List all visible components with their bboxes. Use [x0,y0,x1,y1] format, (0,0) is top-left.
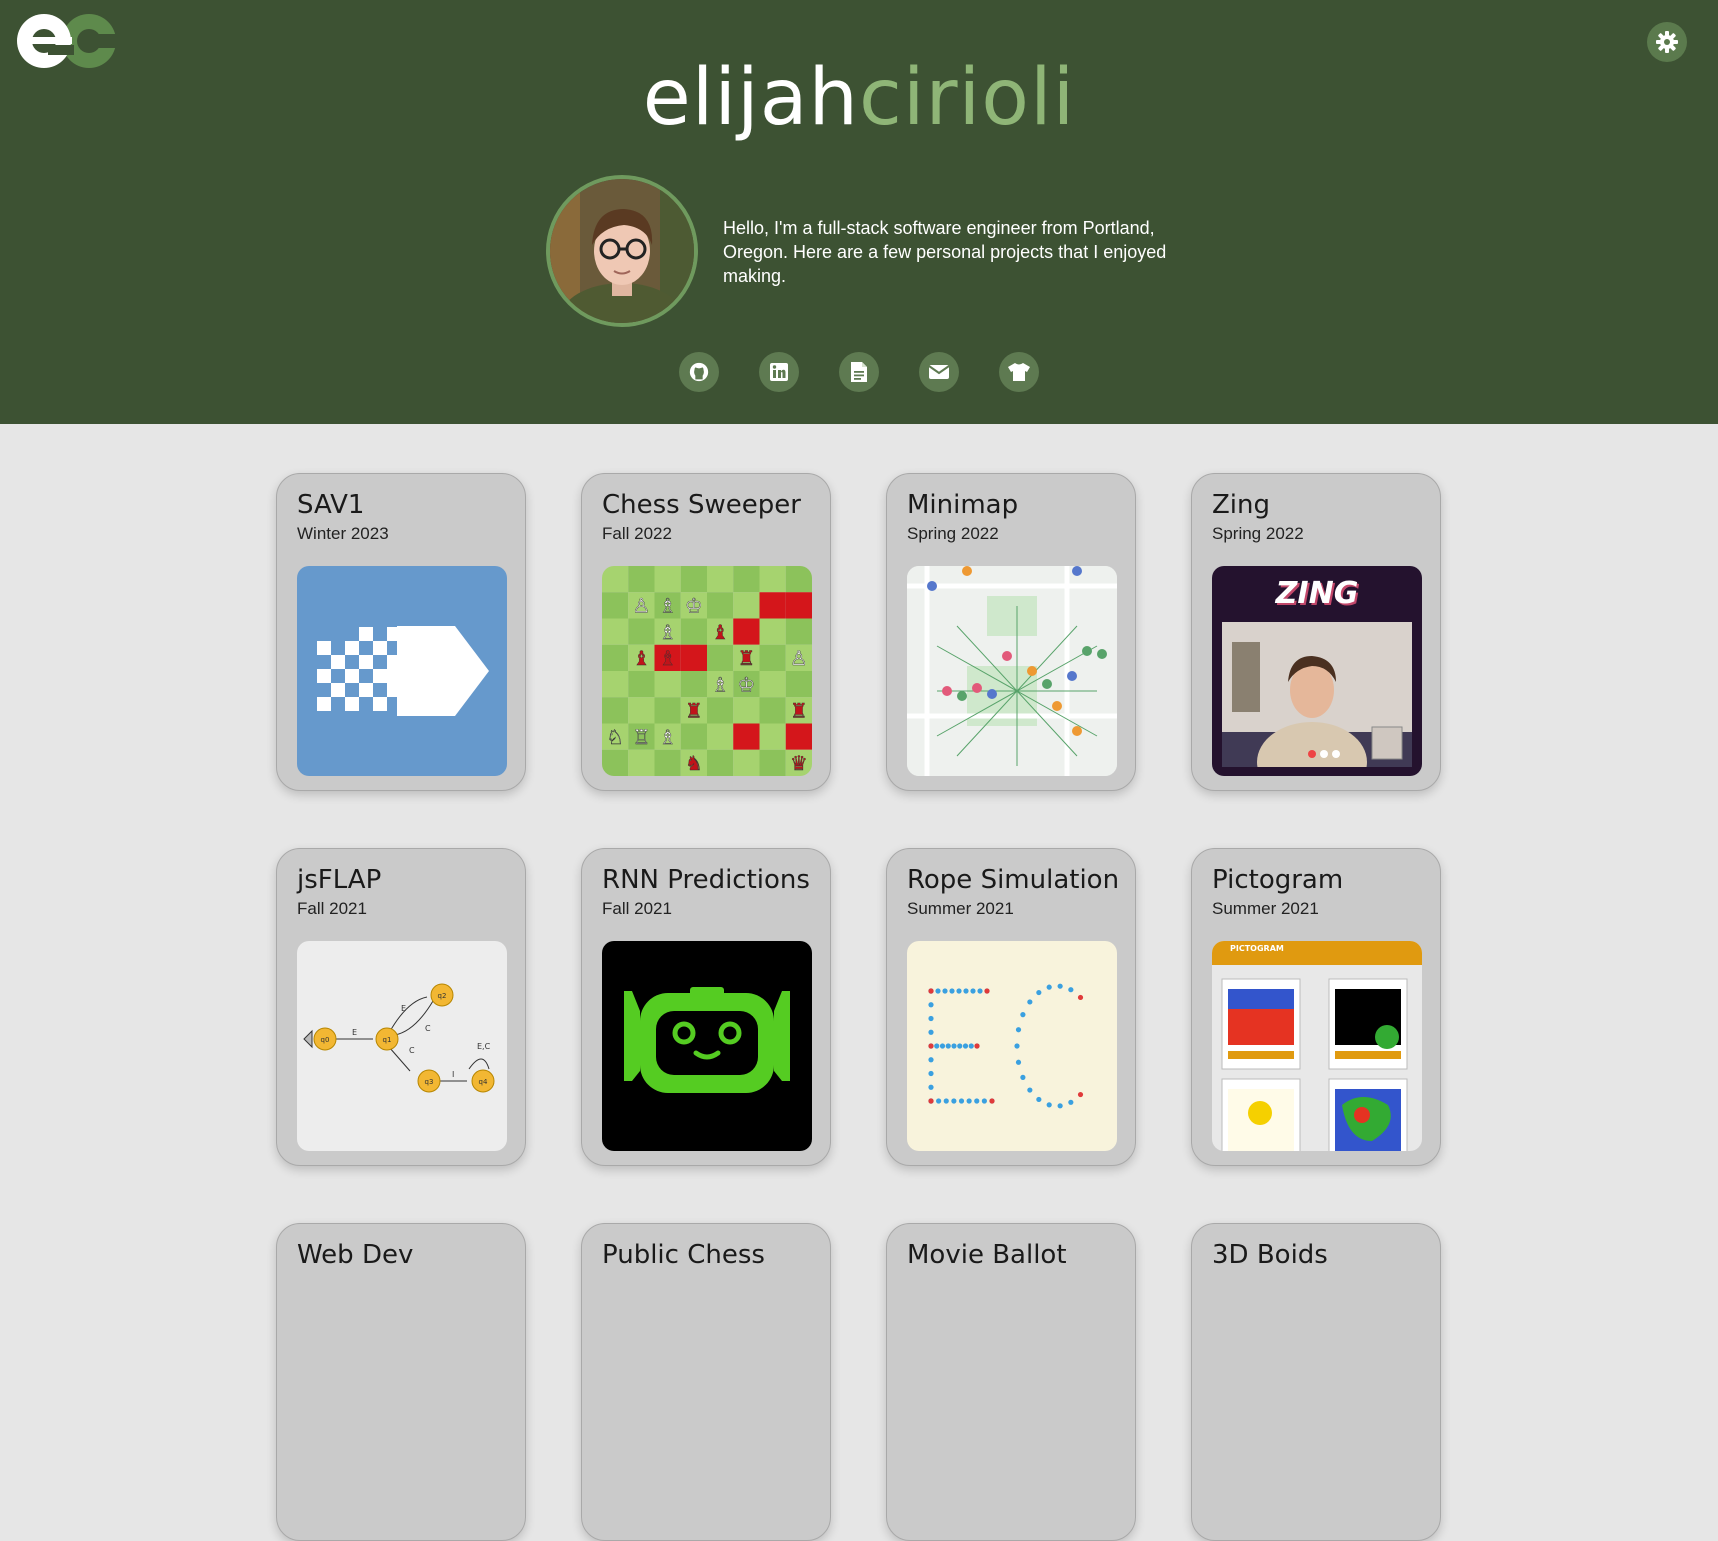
project-title: Pictogram [1212,865,1344,895]
social-links [0,352,1718,394]
project-card-public-chess[interactable]: Public Chess [581,1223,831,1541]
project-title: Movie Ballot [907,1240,1067,1270]
project-title: Chess Sweeper [602,490,801,520]
svg-text:I: I [452,1070,454,1079]
svg-text:♜: ♜ [737,646,755,670]
svg-text:♘: ♘ [606,725,624,749]
svg-text:♝: ♝ [711,620,729,644]
project-card-movie-ballot[interactable]: Movie Ballot [886,1223,1136,1541]
linkedin-icon [770,363,788,381]
project-card-chess-sweeper[interactable]: Chess Sweeper Fall 2022 ♙ ♗ ♔ ♗ ♝ ♝ ♝ ♜ ♙ ♗ ♔ ♜ ♜ ♘ ♖ ♗… [581,473,831,791]
project-date: Fall 2021 [297,899,367,918]
svg-text:♖: ♖ [632,725,650,749]
svg-text:♗: ♗ [659,620,677,644]
svg-text:♙: ♙ [790,646,808,670]
last-name: cirioli [858,53,1076,143]
project-title: 3D Boids [1212,1240,1328,1270]
github-icon [689,362,709,382]
svg-text:q2: q2 [438,992,447,1000]
gear-icon [1656,31,1678,53]
linkedin-link[interactable] [759,352,799,392]
project-card-sav1[interactable]: SAV1 Winter 2023 [276,473,526,791]
project-grid: SAV1 Winter 2023 Chess Sweeper Fall 2022… [0,424,1718,1541]
svg-text:♝: ♝ [659,646,677,670]
svg-text:q0: q0 [321,1036,330,1044]
project-card-zing[interactable]: Zing Spring 2022 ZING [1191,473,1441,791]
svg-text:C: C [425,1024,431,1033]
project-card-pictogram[interactable]: Pictogram Summer 2021 PICTOGRAM [1191,848,1441,1166]
project-title: RNN Predictions [602,865,810,895]
email-icon [928,365,950,379]
svg-text:E: E [401,1004,406,1013]
project-date: Summer 2021 [1212,899,1319,918]
svg-text:♜: ♜ [685,699,703,723]
project-card-web-dev[interactable]: Web Dev [276,1223,526,1541]
svg-text:♛: ♛ [790,751,808,775]
project-date: Summer 2021 [907,899,1014,918]
intro-text: Hello, I'm a full-stack software enginee… [723,218,1167,286]
pictogram-header-text: PICTOGRAM [1230,944,1284,953]
project-title: Web Dev [297,1240,414,1270]
project-card-minimap[interactable]: Minimap Spring 2022 [886,473,1136,791]
project-title: Rope Simulation [907,865,1120,895]
resume-document-icon [851,362,867,382]
svg-text:♞: ♞ [685,751,703,775]
project-card-3d-boids[interactable]: 3D Boids [1191,1223,1441,1541]
project-date: Spring 2022 [1212,524,1304,543]
minimap-thumbnail [907,566,1117,776]
avatar [546,175,698,327]
svg-text:E: E [352,1028,357,1037]
project-title: Minimap [907,490,1019,520]
svg-text:q1: q1 [383,1036,392,1044]
project-title: jsFLAP [297,865,382,895]
tshirt-icon [1008,363,1030,381]
sav1-thumbnail [297,566,507,776]
project-card-rnn-predictions[interactable]: RNN Predictions Fall 2021 [581,848,831,1166]
github-link[interactable] [679,352,719,392]
jsflap-thumbnail: E E C C I E,C q0 q1 q2 q3 q4 [297,941,507,1151]
site-title: elijahcirioli [0,52,1718,146]
svg-text:q4: q4 [479,1078,488,1086]
zing-thumbnail: ZING [1212,566,1422,776]
svg-text:q3: q3 [425,1078,434,1086]
svg-text:♔: ♔ [685,594,703,618]
project-title: Public Chess [602,1240,765,1270]
resume-link[interactable] [839,352,879,392]
svg-text:♗: ♗ [659,594,677,618]
project-date: Fall 2022 [602,524,672,543]
svg-text:♗: ♗ [711,672,729,696]
rnn-predictions-thumbnail [602,941,812,1151]
email-link[interactable] [919,352,959,392]
project-date: Winter 2023 [297,524,389,543]
header: elijahcirioli Hello, I'm a full-stack so… [0,0,1718,424]
project-card-rope-simulation[interactable]: Rope Simulation Summer 2021 [886,848,1136,1166]
svg-text:♙: ♙ [632,594,650,618]
svg-text:C: C [409,1046,415,1055]
project-date: Fall 2021 [602,899,672,918]
project-title: SAV1 [297,490,365,520]
pictogram-thumbnail: PICTOGRAM [1212,941,1422,1151]
svg-text:E,C: E,C [477,1042,491,1051]
rope-simulation-thumbnail [907,941,1117,1151]
svg-text:♝: ♝ [632,646,650,670]
first-name: elijah [642,53,859,143]
zing-logo-text: ZING [1275,576,1359,611]
svg-text:♜: ♜ [790,699,808,723]
merch-link[interactable] [999,352,1039,392]
project-card-jsflap[interactable]: jsFLAP Fall 2021 E E C C I E,C q0 q1 q2 q3 … [276,848,526,1166]
project-title: Zing [1212,490,1271,520]
svg-text:♔: ♔ [737,672,755,696]
chess-sweeper-thumbnail: ♙ ♗ ♔ ♗ ♝ ♝ ♝ ♜ ♙ ♗ ♔ ♜ ♜ ♘ ♖ ♗ ♞ ♛ [602,566,812,776]
project-date: Spring 2022 [907,524,999,543]
svg-text:♗: ♗ [659,725,677,749]
